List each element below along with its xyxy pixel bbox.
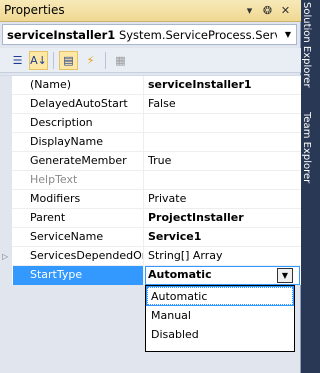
alphabetical-icon[interactable]: A↓: [29, 51, 48, 70]
window-title: Properties: [4, 3, 65, 17]
property-row[interactable]: DisplayName: [0, 133, 301, 152]
property-name: ServiceName: [13, 228, 144, 247]
property-value[interactable]: False: [145, 95, 300, 114]
property-value[interactable]: [145, 171, 300, 190]
start-type-dropdown-list: Automatic Manual Disabled: [145, 285, 295, 352]
side-tab-strip: Solution Explorer Team Explorer: [301, 0, 312, 373]
solution-explorer-tab[interactable]: Solution Explorer: [301, 2, 312, 88]
object-selector[interactable]: serviceInstaller1 System.ServiceProcess.…: [2, 24, 297, 45]
property-row[interactable]: Parent ProjectInstaller: [0, 209, 301, 228]
expand-icon[interactable]: ▷: [2, 252, 8, 261]
events-icon[interactable]: ⚡: [81, 51, 100, 70]
row-gutter: [0, 209, 12, 228]
property-value[interactable]: [145, 133, 300, 152]
row-gutter: [0, 152, 12, 171]
property-row[interactable]: (Name) serviceInstaller1: [0, 76, 301, 95]
property-value[interactable]: ProjectInstaller: [145, 209, 300, 228]
property-value[interactable]: Service1: [145, 228, 300, 247]
object-name: serviceInstaller1: [7, 28, 116, 42]
pin-icon[interactable]: ❂: [260, 3, 275, 18]
row-gutter: [0, 133, 12, 152]
property-row[interactable]: ServiceName Service1: [0, 228, 301, 247]
property-value[interactable]: String[] Array: [145, 247, 300, 266]
dropdown-option-disabled[interactable]: Disabled: [147, 325, 293, 343]
property-name: StartType: [13, 266, 144, 285]
toolbar-separator: [105, 52, 106, 69]
dropdown-option-automatic[interactable]: Automatic: [146, 286, 294, 306]
property-row[interactable]: DelayedAutoStart False: [0, 95, 301, 114]
property-row[interactable]: StartType Automatic ▼: [0, 266, 301, 285]
property-name: DisplayName: [13, 133, 144, 152]
property-name: GenerateMember: [13, 152, 144, 171]
property-name: ServicesDependedOn: [13, 247, 144, 266]
row-gutter: [0, 114, 12, 133]
property-name: Parent: [13, 209, 144, 228]
chevron-down-icon[interactable]: ▼: [277, 268, 293, 283]
row-gutter: [0, 95, 12, 114]
categorized-icon[interactable]: ☰: [8, 51, 27, 70]
property-row[interactable]: ▷ ServicesDependedOn String[] Array: [0, 247, 301, 266]
properties-icon[interactable]: ▤: [59, 51, 78, 70]
chevron-down-icon[interactable]: ▼: [282, 28, 294, 41]
property-row[interactable]: GenerateMember True: [0, 152, 301, 171]
title-bar: Properties ▾ ❂ ✕: [0, 0, 301, 22]
row-gutter: [0, 190, 12, 209]
property-pages-icon[interactable]: ▦: [111, 51, 130, 70]
property-name: HelpText: [13, 171, 144, 190]
property-value[interactable]: [145, 114, 300, 133]
property-toolbar: ☰ A↓ ▤ ⚡ ▦: [0, 48, 301, 73]
properties-window: Properties ▾ ❂ ✕ serviceInstaller1 Syste…: [0, 0, 301, 373]
team-explorer-tab[interactable]: Team Explorer: [301, 112, 312, 183]
property-name: Modifiers: [13, 190, 144, 209]
row-gutter: [0, 171, 12, 190]
object-type: System.ServiceProcess.ServiceIns: [118, 28, 277, 42]
property-value[interactable]: Private: [145, 190, 300, 209]
property-name: (Name): [13, 76, 144, 95]
property-value[interactable]: True: [145, 152, 300, 171]
property-row[interactable]: Description: [0, 114, 301, 133]
close-icon[interactable]: ✕: [278, 3, 293, 18]
toolbar-separator: [53, 52, 54, 69]
property-grid: (Name) serviceInstaller1 DelayedAutoStart F…: [0, 75, 301, 285]
property-name: Description: [13, 114, 144, 133]
dropdown-option-manual[interactable]: Manual: [147, 306, 293, 324]
property-value[interactable]: serviceInstaller1: [145, 76, 300, 95]
row-gutter: [0, 228, 12, 247]
dropdown-menu-icon[interactable]: ▾: [242, 3, 257, 18]
row-gutter: [0, 266, 12, 285]
object-selector-label: serviceInstaller1 System.ServiceProcess.…: [7, 28, 277, 42]
property-row[interactable]: Modifiers Private: [0, 190, 301, 209]
row-gutter: [0, 76, 12, 95]
property-name: DelayedAutoStart: [13, 95, 144, 114]
property-row[interactable]: HelpText: [0, 171, 301, 190]
